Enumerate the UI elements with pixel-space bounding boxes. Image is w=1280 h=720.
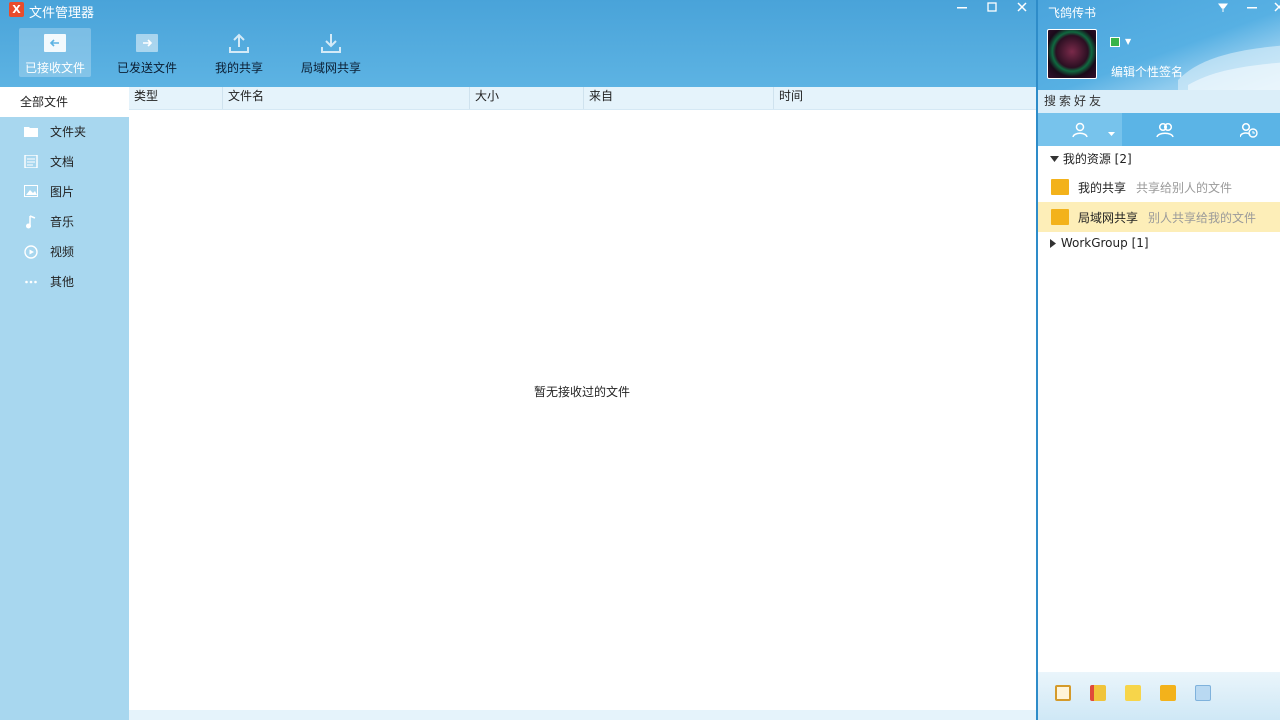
tab-received-files[interactable]: 已接收文件 bbox=[19, 28, 91, 77]
sidebar-item-images[interactable]: 图片 bbox=[0, 177, 129, 207]
group-label: 我的资源 [2] bbox=[1062, 152, 1132, 166]
sent-file-icon bbox=[134, 31, 160, 55]
sidebar-item-other[interactable]: 其他 bbox=[0, 267, 129, 297]
sidebar-item-label: 文档 bbox=[50, 155, 75, 169]
maximize-icon bbox=[987, 2, 997, 12]
group-label: WorkGroup [1] bbox=[1060, 236, 1149, 250]
sidebar-item-label: 文件夹 bbox=[50, 125, 87, 139]
column-size[interactable]: 大小 bbox=[470, 87, 584, 109]
tab-sent-files-label: 已发送文件 bbox=[116, 61, 177, 75]
category-sidebar: 全部文件 文件夹 文档 图片 音乐 视频 其他 bbox=[0, 87, 129, 720]
file-manager-window: X 文件管理器 已接收文件 已发送文件 我的共享 局域网共享 全部文件 文件夹 … bbox=[0, 0, 1036, 720]
feige-close-button[interactable] bbox=[1266, 0, 1280, 18]
feige-header: 飞鸽传书 ▼ 编辑个性签名 bbox=[1038, 0, 1280, 90]
more-icon bbox=[24, 275, 38, 289]
close-icon bbox=[1274, 2, 1280, 12]
file-manager-header: X 文件管理器 已接收文件 已发送文件 我的共享 局域网共享 bbox=[0, 0, 1036, 87]
resource-my-share[interactable]: 我的共享 共享给别人的文件 bbox=[1038, 172, 1280, 202]
sidebar-item-label: 视频 bbox=[50, 245, 75, 259]
file-list-header: 类型 文件名 大小 来自 时间 bbox=[129, 87, 1036, 110]
home-icon[interactable] bbox=[1055, 685, 1071, 701]
file-manager-icon[interactable] bbox=[1160, 685, 1176, 701]
tab-lan-share-label: 局域网共享 bbox=[300, 61, 361, 75]
app-logo-icon: X bbox=[9, 2, 24, 17]
chevron-right-icon bbox=[1050, 239, 1056, 248]
recent-contact-icon bbox=[1239, 122, 1258, 138]
feige-title: 飞鸽传书 bbox=[1048, 6, 1097, 20]
close-button[interactable] bbox=[1008, 0, 1036, 18]
column-time[interactable]: 时间 bbox=[774, 87, 1036, 109]
minimize-icon bbox=[957, 7, 967, 9]
resource-name: 我的共享 bbox=[1078, 181, 1127, 195]
settings-icon[interactable] bbox=[1195, 685, 1211, 701]
sidebar-item-label: 其他 bbox=[50, 275, 75, 289]
document-icon bbox=[24, 154, 38, 169]
feige-panel: 飞鸽传书 ▼ 编辑个性签名 搜索好友 我的资源 [2] 我的共享 共享给别人的文… bbox=[1036, 0, 1280, 720]
resource-lan-share[interactable]: 局域网共享 别人共享给我的文件 bbox=[1038, 202, 1280, 232]
sidebar-item-music[interactable]: 音乐 bbox=[0, 207, 129, 237]
window-title: 文件管理器 bbox=[29, 6, 95, 21]
received-file-icon bbox=[42, 31, 68, 55]
signature-edit[interactable]: 编辑个性签名 bbox=[1111, 63, 1183, 80]
lan-share-folder-icon bbox=[1051, 209, 1069, 225]
chevron-down-icon[interactable]: ▼ bbox=[1125, 37, 1131, 46]
tab-received-files-label: 已接收文件 bbox=[24, 61, 85, 75]
tab-sent-files[interactable]: 已发送文件 bbox=[111, 28, 183, 77]
workgroup-group[interactable]: WorkGroup [1] bbox=[1050, 236, 1149, 250]
sidebar-item-documents[interactable]: 文档 bbox=[0, 147, 129, 177]
sidebar-item-folders[interactable]: 文件夹 bbox=[0, 117, 129, 147]
group-icon bbox=[1156, 122, 1174, 138]
minimize-button[interactable] bbox=[948, 0, 976, 18]
contact-icon bbox=[1072, 122, 1088, 138]
my-resources-group[interactable]: 我的资源 [2] bbox=[1050, 150, 1132, 167]
tab-lan-share[interactable]: 局域网共享 bbox=[296, 28, 366, 77]
tab-groups[interactable] bbox=[1122, 113, 1206, 146]
chevron-down-icon bbox=[1050, 156, 1059, 162]
status-bar bbox=[129, 710, 1036, 720]
sidebar-item-videos[interactable]: 视频 bbox=[0, 237, 129, 267]
pin-icon bbox=[1218, 3, 1228, 12]
feige-toolbar bbox=[1038, 672, 1280, 720]
wave-decoration bbox=[1178, 45, 1280, 90]
resource-name: 局域网共享 bbox=[1078, 211, 1139, 225]
resource-desc: 共享给别人的文件 bbox=[1136, 181, 1233, 195]
sidebar-item-all-files[interactable]: 全部文件 bbox=[0, 87, 129, 117]
minimize-icon bbox=[1247, 7, 1257, 9]
empty-list-message: 暂无接收过的文件 bbox=[534, 385, 631, 399]
maximize-button[interactable] bbox=[978, 0, 1006, 18]
image-icon bbox=[24, 185, 38, 199]
download-icon bbox=[318, 31, 344, 55]
edit-icon[interactable] bbox=[1125, 685, 1141, 701]
close-icon bbox=[1017, 2, 1027, 12]
sidebar-item-label: 图片 bbox=[50, 185, 75, 199]
tab-my-share[interactable]: 我的共享 bbox=[207, 28, 271, 77]
column-from[interactable]: 来自 bbox=[584, 87, 774, 109]
notes-icon[interactable] bbox=[1090, 685, 1106, 701]
share-folder-icon bbox=[1051, 179, 1069, 195]
resource-desc: 别人共享给我的文件 bbox=[1148, 211, 1257, 225]
pin-button[interactable] bbox=[1210, 0, 1236, 18]
search-friends-input[interactable]: 搜索好友 bbox=[1038, 90, 1280, 113]
column-filename[interactable]: 文件名 bbox=[223, 87, 470, 109]
upload-icon bbox=[226, 31, 252, 55]
tab-my-share-label: 我的共享 bbox=[214, 61, 263, 75]
music-icon bbox=[24, 215, 38, 229]
chevron-down-icon bbox=[1108, 132, 1115, 136]
column-type[interactable]: 类型 bbox=[129, 87, 223, 109]
title-bar: X 文件管理器 bbox=[0, 0, 1036, 21]
online-status-icon[interactable] bbox=[1110, 37, 1120, 47]
contact-tabs bbox=[1038, 113, 1280, 146]
sidebar-item-label: 音乐 bbox=[50, 215, 75, 229]
tab-recent[interactable] bbox=[1206, 113, 1280, 146]
feige-minimize-button[interactable] bbox=[1239, 0, 1265, 18]
folder-icon bbox=[24, 125, 38, 139]
tab-contacts[interactable] bbox=[1038, 113, 1122, 146]
video-icon bbox=[24, 245, 38, 259]
avatar[interactable] bbox=[1047, 29, 1097, 79]
